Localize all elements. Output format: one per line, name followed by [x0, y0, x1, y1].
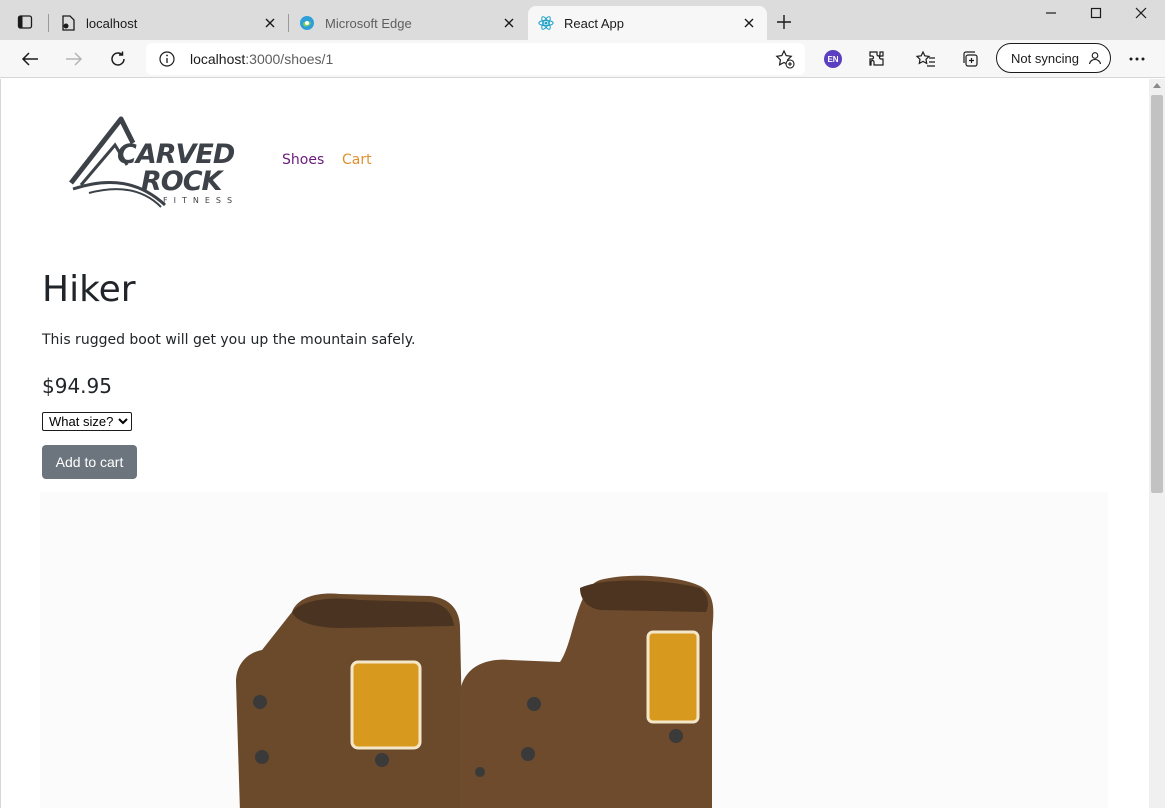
size-select[interactable]: What size?	[42, 412, 132, 431]
new-tab-icon[interactable]	[774, 12, 794, 32]
tab-title: React App	[564, 16, 624, 31]
more-menu-icon[interactable]	[1126, 48, 1148, 70]
product-image-hiking-boots	[40, 492, 1108, 808]
info-icon[interactable]	[159, 51, 175, 67]
close-tab-icon[interactable]	[501, 15, 517, 31]
tab-react-app[interactable]: React App	[528, 6, 767, 40]
tab-microsoft-edge[interactable]: Microsoft Edge	[289, 6, 527, 40]
forward-icon[interactable]	[63, 48, 85, 70]
extensions-icon[interactable]	[866, 48, 888, 70]
close-window-icon[interactable]	[1130, 4, 1152, 22]
vertical-scrollbar[interactable]	[1149, 79, 1165, 808]
minimize-icon[interactable]	[1040, 4, 1062, 22]
refresh-icon[interactable]	[107, 48, 129, 70]
collections-icon[interactable]	[959, 48, 981, 70]
svg-text:FITNESS: FITNESS	[163, 196, 238, 205]
close-tab-icon[interactable]	[262, 15, 278, 31]
back-icon[interactable]	[19, 48, 41, 70]
sync-status-button[interactable]: Not syncing	[996, 43, 1111, 73]
url-path: :3000/shoes/1	[245, 51, 334, 67]
carved-rock-logo[interactable]: CARVED ROCK FITNESS	[69, 115, 261, 209]
profile-language-badge[interactable]: EN	[824, 50, 842, 68]
add-to-cart-button[interactable]: Add to cart	[42, 445, 137, 479]
tab-actions-icon[interactable]	[14, 11, 36, 33]
avatar-icon	[1086, 49, 1104, 67]
address-url[interactable]: localhost:3000/shoes/1	[190, 51, 333, 67]
document-icon	[60, 15, 76, 31]
sync-label: Not syncing	[1011, 51, 1079, 66]
tab-title: Microsoft Edge	[325, 16, 412, 31]
react-logo-icon	[538, 15, 554, 31]
tab-strip: localhost Microsoft Edge React App	[0, 0, 1165, 40]
tab-title: localhost	[86, 16, 138, 31]
scrollbar-thumb[interactable]	[1151, 95, 1163, 493]
favorites-icon[interactable]	[915, 48, 937, 70]
url-host: localhost	[190, 51, 246, 67]
edge-logo-icon	[299, 15, 315, 31]
product-description: This rugged boot will get you up the mou…	[42, 332, 416, 348]
nav-shoes-link[interactable]: Shoes	[282, 152, 324, 168]
add-favorite-icon[interactable]	[775, 49, 795, 69]
address-bar[interactable]: localhost:3000/shoes/1	[146, 43, 805, 75]
browser-toolbar: localhost:3000/shoes/1	[0, 40, 1165, 78]
scroll-up-arrow-icon[interactable]	[1153, 83, 1161, 88]
page-viewport: CARVED ROCK FITNESS Shoes Cart Hiker Thi…	[0, 79, 1149, 808]
tab-separator	[48, 14, 49, 32]
tab-localhost[interactable]: localhost	[50, 6, 288, 40]
nav-cart-link[interactable]: Cart	[342, 152, 372, 168]
maximize-icon[interactable]	[1085, 4, 1107, 22]
close-tab-icon[interactable]	[741, 15, 757, 31]
svg-text:ROCK: ROCK	[141, 166, 225, 197]
product-price: $94.95	[42, 374, 112, 398]
product-title: Hiker	[42, 269, 136, 310]
